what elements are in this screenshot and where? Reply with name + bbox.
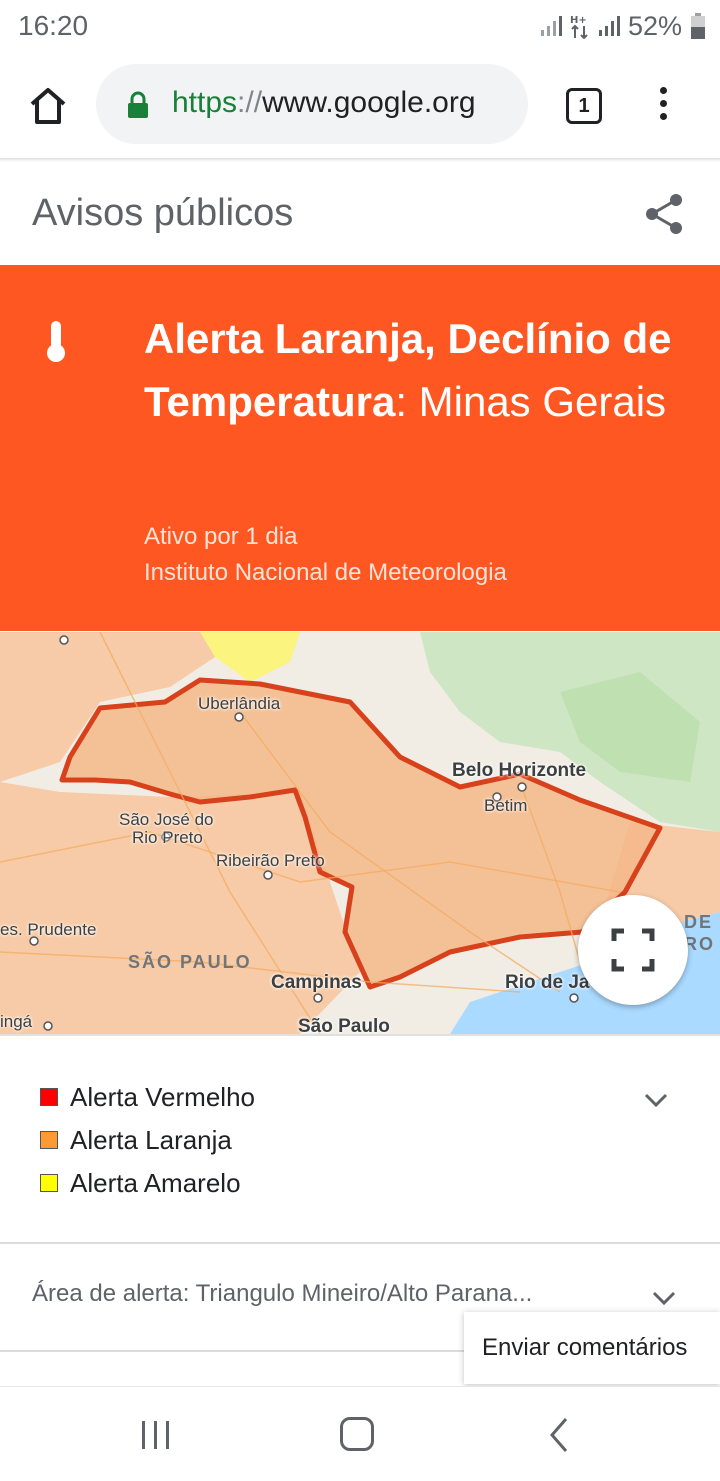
fullscreen-button[interactable] <box>578 895 688 1005</box>
map-label-sao-paulo: São Paulo <box>298 1016 390 1034</box>
browser-toolbar: https://www.google.org 1 <box>0 52 720 162</box>
recent-apps-icon[interactable] <box>138 1421 174 1449</box>
legend-swatch-orange <box>40 1131 58 1149</box>
legend-label-yellow: Alerta Amarelo <box>70 1167 241 1198</box>
alert-card: Alerta Laranja, Declínio de Temperatura:… <box>0 265 720 631</box>
more-menu-icon[interactable] <box>650 84 676 132</box>
thermometer-icon <box>47 321 65 362</box>
page-header: Avisos públicos <box>0 162 720 266</box>
battery-icon <box>691 13 705 39</box>
alert-active-duration: Ativo por 1 dia <box>144 523 298 550</box>
alert-details: Ativo por 1 dia Instituto Nacional de Me… <box>144 519 507 591</box>
send-feedback-button[interactable]: Enviar comentários <box>464 1312 720 1384</box>
map-label-sao-jose-2: Rio Preto <box>132 828 203 847</box>
signal-icon-2 <box>598 16 620 36</box>
map-label-sao-jose-1: São José do <box>119 810 214 829</box>
alert-legend[interactable]: Alerta Vermelho Alerta Laranja Alerta Am… <box>0 1036 720 1242</box>
map-label-ribeirao-preto: Ribeirão Preto <box>216 851 325 870</box>
status-icons: H+ 52% <box>540 10 706 42</box>
area-chevron-down-icon[interactable] <box>650 1284 678 1312</box>
map-label-campinas: Campinas <box>271 972 362 993</box>
url-text: https://www.google.org <box>172 86 476 120</box>
legend-label-orange: Alerta Laranja <box>70 1124 232 1155</box>
page-title: Avisos públicos <box>32 192 294 234</box>
status-time: 16:20 <box>18 10 89 41</box>
legend-label-red: Alerta Vermelho <box>70 1081 255 1112</box>
signal-icon <box>540 16 562 36</box>
tab-switcher-button[interactable]: 1 <box>566 88 602 124</box>
map-label-belo-horizonte: Belo Horizonte <box>452 760 587 781</box>
map-label-inga: ingá <box>0 1012 33 1031</box>
fullscreen-icon <box>611 928 655 972</box>
alert-headline: Alerta Laranja, Declínio de Temperatura:… <box>144 307 684 433</box>
data-transfer-icon: H+ <box>570 15 588 39</box>
map-label-ro: RO <box>684 934 715 954</box>
legend-swatch-red <box>40 1088 58 1106</box>
map-label-betim: Betim <box>484 796 528 815</box>
map-label-sao-paulo-state: SÃO PAULO <box>128 952 252 972</box>
legend-swatch-yellow <box>40 1174 58 1192</box>
home-icon[interactable] <box>24 82 72 130</box>
url-scheme: https <box>172 86 238 119</box>
back-icon[interactable] <box>546 1417 572 1453</box>
home-nav-icon[interactable] <box>340 1417 374 1451</box>
alert-headline-region: : Minas Gerais <box>395 378 667 425</box>
legend-item-yellow: Alerta Amarelo <box>40 1168 241 1198</box>
address-bar[interactable]: https://www.google.org <box>96 64 528 144</box>
legend-item-red: Alerta Vermelho <box>40 1082 255 1112</box>
alert-source: Instituto Nacional de Meteorologia <box>144 559 507 586</box>
url-separator: :// <box>237 86 263 119</box>
share-icon[interactable] <box>642 192 686 236</box>
svg-text:H+: H+ <box>570 15 587 26</box>
map-label-de: DE <box>684 912 714 932</box>
legend-chevron-down-icon[interactable] <box>642 1086 670 1114</box>
lock-icon <box>128 91 148 118</box>
map-label-uberlandia: Uberlândia <box>198 694 281 713</box>
alert-map[interactable]: Uberlândia Belo Horizonte Betim São José… <box>0 632 720 1034</box>
map-label-prudente: es. Prudente <box>0 920 97 939</box>
alert-area-text: Área de alerta: Triangulo Mineiro/Alto P… <box>32 1280 533 1307</box>
url-host: www.google.org <box>262 86 476 119</box>
map-label-rio: Rio de Ja <box>505 972 590 993</box>
status-bar: 16:20 H+ 52% <box>0 0 720 52</box>
system-nav-bar <box>0 1386 720 1481</box>
legend-item-orange: Alerta Laranja <box>40 1125 232 1155</box>
battery-percent: 52% <box>627 10 682 41</box>
